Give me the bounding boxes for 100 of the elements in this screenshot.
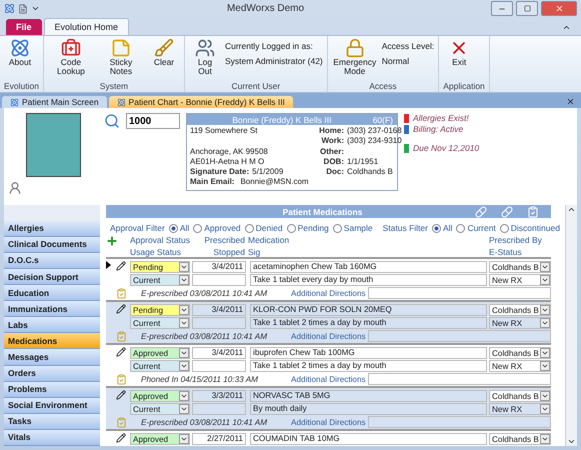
column-header: Approval Status [130, 235, 190, 247]
edit-icon[interactable] [116, 304, 126, 314]
edit-icon[interactable] [116, 433, 126, 443]
sidebar-item[interactable]: Orders [4, 366, 100, 382]
maximize-button[interactable] [516, 1, 538, 16]
radio-option[interactable]: Sample [332, 223, 373, 233]
directions-field[interactable] [368, 373, 551, 385]
directions-field[interactable] [368, 330, 551, 342]
medical-kit-icon [60, 38, 81, 58]
ribbon-button[interactable]: Exit [443, 38, 476, 81]
prescription-note: E-prescribed 03/08/2011 10:41 AM [141, 288, 268, 298]
prescriber-dropdown[interactable]: Coldhands B [489, 261, 551, 273]
padlock-icon [344, 38, 365, 58]
sidebar-item[interactable]: Social Environment [4, 398, 100, 414]
ribbon-button[interactable]: About [4, 38, 36, 81]
user-info-text: Normal [382, 56, 410, 66]
approval-dropdown[interactable]: Pending [130, 304, 190, 316]
usage-dropdown[interactable]: Current [130, 360, 190, 372]
edit-icon[interactable] [116, 390, 126, 400]
document-tab[interactable]: Patient Main Screen [2, 96, 107, 108]
user-warning-icon [8, 181, 22, 195]
minimize-button[interactable] [491, 1, 513, 16]
sidebar-item[interactable]: Vitals [4, 430, 100, 446]
radio-option[interactable]: Denied [244, 223, 283, 233]
ribbon-button[interactable]: Emergency Mode [332, 38, 378, 81]
stopped-date-field[interactable] [192, 317, 246, 329]
e-status-dropdown[interactable]: New RX [489, 317, 551, 329]
radio-option[interactable]: Current [456, 223, 496, 233]
date-cell: 2/27/2011 [192, 433, 246, 445]
directions-field[interactable] [368, 287, 551, 299]
document-tab[interactable]: Patient Chart - Bonnie (Freddy) K Bells III [108, 96, 293, 108]
group-label: Access [368, 81, 398, 92]
sidebar-item[interactable]: Messages [4, 349, 100, 366]
scroll-up-icon[interactable] [567, 205, 576, 214]
usage-dropdown[interactable]: Current [130, 403, 190, 415]
close-button[interactable] [541, 1, 577, 16]
ribbon-button[interactable]: Code Lookup [48, 38, 94, 81]
radio-option[interactable]: Pending [286, 223, 329, 233]
sidebar-item[interactable]: Tasks [4, 414, 100, 430]
prescriber-dropdown[interactable]: Coldhands B [489, 433, 551, 445]
e-status-dropdown[interactable]: New RX [489, 360, 551, 372]
maximize-icon [524, 5, 530, 12]
ribbon-tab[interactable]: File [6, 19, 42, 35]
prescriber-dropdown[interactable]: Coldhands B [489, 304, 551, 316]
email-link[interactable]: Bonnie@MSN.com [240, 177, 309, 188]
approval-dropdown[interactable]: Approved [130, 390, 190, 402]
sidebar-item[interactable]: D.O.C.s [4, 252, 100, 269]
sig-cell: Take 1 tablet 2 times a day by mouth [250, 360, 487, 372]
radio-option[interactable]: All [432, 223, 452, 233]
stopped-date-field[interactable] [192, 403, 246, 415]
sidebar-item[interactable]: Immunizations [4, 301, 100, 318]
directions-field[interactable] [368, 416, 551, 428]
ribbon-button[interactable]: Sticky Notes [98, 38, 144, 81]
field-value: (303) 234-9310 [347, 136, 402, 147]
field-value: Coldhands B [347, 167, 393, 178]
e-status-dropdown[interactable]: New RX [489, 274, 551, 286]
approval-dropdown[interactable]: Approved [130, 347, 190, 359]
sidebar-item[interactable]: Problems [4, 382, 100, 398]
ribbon-tab[interactable]: Evolution Home [44, 18, 130, 35]
edit-icon[interactable] [116, 261, 126, 271]
approval-dropdown[interactable]: Pending [130, 261, 190, 273]
prescriber-dropdown[interactable]: Coldhands B [489, 390, 551, 402]
radio-option[interactable]: All [168, 223, 190, 233]
search-icon[interactable] [104, 113, 120, 129]
prescription-note: E-prescribed 03/08/2011 10:41 AM [141, 332, 268, 340]
usage-dropdown[interactable]: Current [130, 317, 190, 329]
medication-cell: acetaminophen Chew Tab 160MG [250, 261, 487, 273]
date-cell: 3/4/2011 [192, 261, 246, 273]
quick-access-icon[interactable] [18, 4, 28, 14]
sidebar-item[interactable]: Labs [4, 317, 100, 334]
ribbon-button[interactable]: Clear [148, 38, 180, 81]
edit-icon[interactable] [116, 347, 126, 357]
stopped-date-field[interactable] [192, 274, 246, 286]
radio-option[interactable]: Discontinued [500, 223, 560, 233]
approval-dropdown[interactable]: Approved [130, 433, 190, 445]
radio-option[interactable]: Approved [193, 223, 241, 233]
add-icon[interactable] [106, 235, 118, 247]
collapse-ribbon-icon[interactable] [562, 23, 571, 32]
sidebar-item[interactable]: Allergies [4, 220, 100, 237]
sidebar-item[interactable]: Decision Support [4, 268, 100, 286]
broom-icon [154, 38, 174, 58]
atom-icon [10, 98, 19, 106]
sidebar-item[interactable]: Clinical Documents [4, 236, 100, 253]
sidebar-item[interactable]: Medications [4, 333, 100, 350]
usage-dropdown[interactable]: Current [130, 274, 190, 286]
scrollbar[interactable] [565, 205, 577, 446]
medication-cell: ibuprofen Chew Tab 100MG [250, 347, 487, 359]
clipboard-icon[interactable] [527, 206, 539, 218]
scroll-down-icon[interactable] [567, 437, 576, 446]
e-status-dropdown[interactable]: New RX [489, 403, 551, 415]
additional-directions-label: Additional Directions [291, 374, 367, 384]
sidebar-item[interactable]: Education [4, 285, 100, 302]
ribbon-button[interactable]: Log Out [188, 38, 221, 81]
prescriber-dropdown[interactable]: Coldhands B [489, 347, 551, 359]
stopped-date-field[interactable] [192, 360, 246, 372]
filter-label: Approval Filter [110, 223, 165, 233]
close-icon[interactable] [566, 97, 575, 106]
patient-id-field[interactable]: 1000 [126, 113, 180, 129]
customize-toolbar-icon[interactable] [31, 4, 40, 13]
field-value: (303) 237-0168 [347, 126, 402, 136]
